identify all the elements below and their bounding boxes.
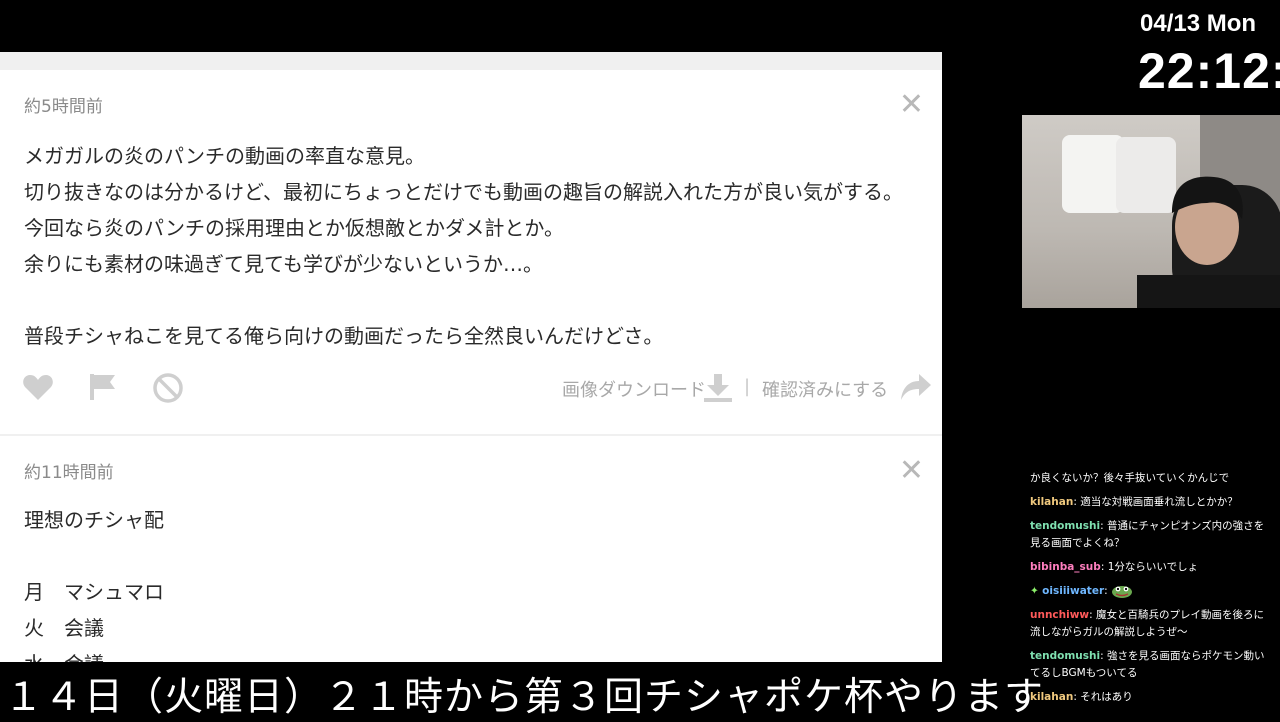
clock-time: 22:12: (1138, 43, 1280, 99)
download-icon[interactable] (702, 372, 734, 404)
chat-message: tendomushi: 普通にチャンピオンズ内の強さを見る画面でよくね？ (1030, 520, 1265, 549)
block-icon[interactable] (152, 372, 184, 404)
chat-panel: か良くないか？後々手抜いていくかんじで kilahan: 適当な対戦画面垂れ流し… (1022, 470, 1280, 720)
marshmallow-panel: 約5時間前 ✕ メガガルの炎のパンチの動画の率直な意見。 切り抜きなのは分かるけ… (0, 52, 942, 662)
chat-text: 1分ならいいでしょ (1107, 561, 1199, 573)
chat-message: か良くないか？後々手抜いていくかんじで (1022, 470, 1280, 494)
frog-emote-icon (1112, 586, 1133, 598)
webcam-scene (1062, 115, 1280, 308)
action-separator: | (744, 376, 751, 397)
chat-message: kilahan: それはあり (1030, 691, 1133, 703)
chat-message: ✦ oisiiiwater: (1022, 583, 1280, 607)
question-actions: 画像ダウンロード | 確認済みにする (22, 370, 932, 410)
share-arrow-icon[interactable] (900, 372, 932, 402)
question-time: 約11時間前 (24, 463, 114, 483)
question-body: 理想のチシャ配 月 マシュマロ 火 会議 水 会議 (24, 508, 164, 662)
sparkle-icon: ✦ (1030, 585, 1039, 597)
announcement-text: １４日（火曜日）２１時から第３回チシャポケ杯やります (4, 675, 1045, 720)
flag-icon[interactable] (88, 372, 118, 402)
chat-username[interactable]: tendomushi (1030, 650, 1100, 662)
chat-text: か良くないか？後々手抜いていくかんじで (1030, 472, 1230, 484)
mark-confirmed-button[interactable]: 確認済みにする (762, 376, 888, 402)
heart-icon[interactable] (22, 372, 54, 402)
close-icon[interactable]: ✕ (899, 90, 924, 120)
webcam-feed (1022, 115, 1280, 308)
chat-username[interactable]: tendomushi (1030, 520, 1100, 532)
download-image-button[interactable]: 画像ダウンロード (562, 376, 706, 402)
chat-message: bibinba_sub: 1分ならいいでしょ (1030, 561, 1199, 573)
chat-username[interactable]: bibinba_sub (1030, 561, 1101, 573)
chat-message: kilahan: 適当な対戦画面垂れ流しとかか？ (1030, 496, 1238, 508)
close-icon[interactable]: ✕ (899, 456, 924, 486)
chat-message: tendomushi: 強さを見る画面ならポケモン動いてるしBGMもついてる (1030, 650, 1265, 679)
chat-text: それはあり (1080, 691, 1133, 703)
question-card: 約11時間前 ✕ 理想のチシャ配 月 マシュマロ 火 会議 水 会議 (0, 436, 942, 662)
chat-text: 適当な対戦画面垂れ流しとかか？ (1080, 496, 1238, 508)
question-time: 約5時間前 (24, 97, 103, 117)
question-card: 約5時間前 ✕ メガガルの炎のパンチの動画の率直な意見。 切り抜きなのは分かるけ… (0, 70, 942, 434)
chat-username[interactable]: unnchiww (1030, 609, 1089, 621)
question-body: メガガルの炎のパンチの動画の率直な意見。 切り抜きなのは分かるけど、最初にちょっ… (24, 144, 903, 348)
chat-message: unnchiww: 魔女と百騎兵のプレイ動画を後ろに流しながらガルの解説しようぜ… (1030, 609, 1265, 638)
announcement-ticker: １４日（火曜日）２１時から第３回チシャポケ杯やります (0, 662, 1043, 720)
chat-username[interactable]: kilahan (1030, 496, 1073, 508)
chat-username[interactable]: oisiiiwater (1042, 585, 1104, 597)
clock-date: 04/13 Mon (1140, 10, 1257, 37)
